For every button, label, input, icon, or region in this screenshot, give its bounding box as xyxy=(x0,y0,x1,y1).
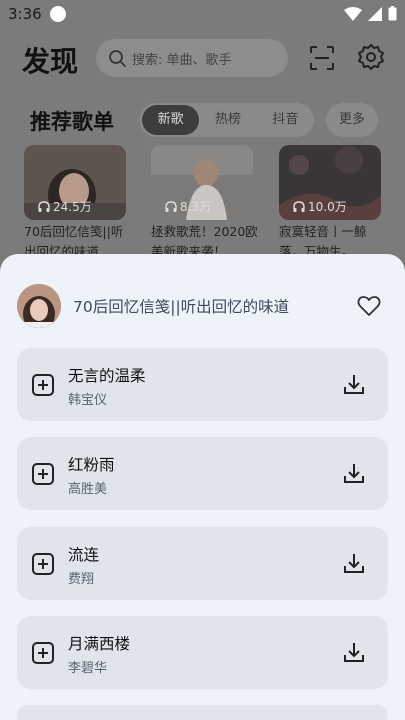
portrait-illustration xyxy=(17,284,61,328)
play-count: 8.3万 xyxy=(165,198,211,215)
add-to-queue-icon[interactable] xyxy=(31,373,55,397)
playlist-cover: 24.5万 xyxy=(24,145,126,220)
song-item[interactable]: 无言的温柔 韩宝仪 xyxy=(17,348,388,421)
download-icon[interactable] xyxy=(342,552,366,576)
song-artist: 李碧华 xyxy=(68,661,108,676)
song-artist: 韩宝仪 xyxy=(68,393,108,408)
playlist-cover: 10.0万 xyxy=(279,145,381,220)
play-count-value: 10.0万 xyxy=(308,200,347,214)
section-title: 推荐歌单 xyxy=(30,110,114,134)
play-count: 10.0万 xyxy=(293,198,347,215)
song-item[interactable]: 红粉雨 高胜美 xyxy=(17,437,388,510)
song-name: 无言的温柔 xyxy=(68,367,146,385)
status-bar: 3:36 xyxy=(0,0,405,28)
song-name: 红粉雨 xyxy=(68,456,115,474)
battery-icon xyxy=(388,6,397,21)
playlist-card[interactable]: 10.0万 寂寞轻音丨一鲸落，万物生。 xyxy=(279,145,381,262)
search-placeholder: 搜索: 单曲、歌手 xyxy=(132,52,232,68)
download-icon[interactable] xyxy=(342,373,366,397)
add-to-queue-icon[interactable] xyxy=(31,641,55,665)
download-icon[interactable] xyxy=(342,462,366,486)
search-input[interactable]: 搜索: 单曲、歌手 xyxy=(96,39,288,77)
header: 发现 搜索: 单曲、歌手 xyxy=(0,28,405,88)
song-name: 月满西楼 xyxy=(68,635,131,653)
status-icons xyxy=(344,6,397,21)
song-artist: 高胜美 xyxy=(68,482,108,497)
tab-new-songs[interactable]: 新歌 xyxy=(142,105,200,135)
wifi-icon xyxy=(344,6,362,21)
headphones-icon xyxy=(38,200,50,212)
status-time: 3:36 xyxy=(8,5,42,23)
play-count-value: 24.5万 xyxy=(53,200,92,214)
play-count-value: 8.3万 xyxy=(180,200,212,214)
playlist-card[interactable]: 24.5万 70后回忆信笺||听出回忆的味道 xyxy=(24,145,126,262)
song-artist: 费翔 xyxy=(68,572,95,587)
song-item-partial[interactable] xyxy=(17,705,388,720)
tab-hot-chart[interactable]: 热榜 xyxy=(199,105,256,135)
notification-dot-icon xyxy=(50,6,66,22)
playlist-bottom-sheet: 70后回忆信笺||听出回忆的味道 无言的温柔 韩宝仪 红粉雨 高胜美 流连 费翔… xyxy=(0,254,405,720)
song-item[interactable]: 月满西楼 李碧华 xyxy=(17,616,388,689)
settings-gear-icon[interactable] xyxy=(357,43,385,71)
page-title: 发现 xyxy=(22,45,79,78)
add-to-queue-icon[interactable] xyxy=(31,462,55,486)
playlist-cover: 8.3万 xyxy=(151,145,253,220)
playlist-avatar xyxy=(17,284,61,328)
headphones-icon xyxy=(165,200,177,212)
play-count: 24.5万 xyxy=(38,198,92,215)
song-item[interactable]: 流连 费翔 xyxy=(17,527,388,600)
download-icon[interactable] xyxy=(342,641,366,665)
song-name: 流连 xyxy=(68,546,100,564)
sheet-title: 70后回忆信笺||听出回忆的味道 xyxy=(73,298,290,316)
sheet-header: 70后回忆信笺||听出回忆的味道 xyxy=(17,284,389,328)
heart-icon[interactable] xyxy=(357,294,381,318)
signal-icon xyxy=(368,6,382,21)
tab-douyin[interactable]: 抖音 xyxy=(257,105,314,135)
add-to-queue-icon[interactable] xyxy=(31,552,55,576)
scan-icon[interactable] xyxy=(308,44,336,72)
playlist-card[interactable]: 8.3万 拯救歌荒！2020欧美新歌来袭！ xyxy=(151,145,258,262)
headphones-icon xyxy=(293,200,305,212)
more-button[interactable]: 更多 xyxy=(326,103,378,137)
search-icon xyxy=(109,50,126,67)
category-tabs: 新歌 热榜 抖音 xyxy=(140,103,314,137)
